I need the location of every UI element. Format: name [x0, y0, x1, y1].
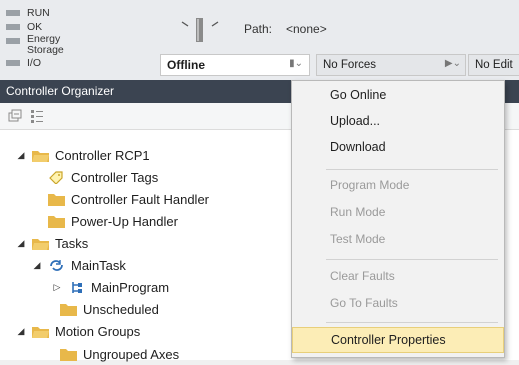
menu-item-label: Clear Faults — [330, 269, 395, 283]
menu-item-label: Controller Properties — [331, 333, 446, 347]
run-status-label: RUN — [27, 6, 50, 19]
collapse-all-icon[interactable] — [8, 109, 22, 123]
io-status-label: I/O — [27, 56, 42, 69]
menu-item-label: Program Mode — [330, 178, 410, 192]
edits-value: No Edit — [475, 59, 513, 71]
tree-item-ungrouped-axes[interactable]: Ungrouped Axes — [60, 343, 179, 365]
tree-item-controller[interactable]: ◢ Controller RCP1 — [16, 144, 150, 166]
menu-separator — [326, 169, 498, 170]
expanded-caret-icon[interactable]: ◢ — [32, 260, 42, 271]
menu-item-program-mode[interactable]: Program Mode — [292, 173, 504, 199]
tree-item-label: MainTask — [71, 257, 126, 273]
controller-context-menu: Go Online Upload... Download Program Mod… — [291, 80, 505, 358]
energy-storage-led-icon — [6, 38, 20, 44]
organizer-title: Controller Organizer — [6, 84, 115, 98]
mode-dropdown-icon[interactable]: ▮⌄ — [289, 58, 303, 69]
ok-led-icon — [6, 24, 20, 30]
io-led-icon — [6, 60, 20, 66]
tree-item-label: MainProgram — [91, 279, 170, 295]
menu-item-run-mode[interactable]: Run Mode — [292, 200, 504, 226]
tree-item-controller-tags[interactable]: Controller Tags — [48, 166, 158, 188]
expanded-caret-icon[interactable]: ◢ — [16, 326, 26, 337]
tree-item-unscheduled[interactable]: Unscheduled — [60, 298, 159, 320]
expand-list-icon[interactable] — [30, 109, 44, 123]
menu-item-label: Upload... — [330, 114, 381, 128]
tree-item-main-task[interactable]: ◢ MainTask — [32, 254, 126, 276]
tree-item-label: Controller Fault Handler — [71, 191, 210, 207]
menu-item-go-to-faults[interactable]: Go To Faults — [292, 291, 504, 317]
status-led-list: RUN OK Energy Storage I/O — [6, 6, 97, 70]
menu-item-label: Download — [330, 140, 386, 154]
run-led-icon — [6, 10, 20, 16]
energy-storage-status-label: Energy Storage — [27, 33, 64, 56]
path-value: <none> — [286, 22, 327, 36]
tree-item-controller-fault-handler[interactable]: Controller Fault Handler — [48, 188, 209, 210]
run-status: RUN — [6, 6, 97, 20]
folder-icon — [48, 215, 65, 228]
expanded-caret-icon[interactable]: ◢ — [16, 238, 26, 249]
menu-item-label: Go Online — [330, 88, 387, 102]
expanded-caret-icon[interactable]: ◢ — [16, 150, 26, 161]
menu-item-test-mode[interactable]: Test Mode — [292, 227, 504, 253]
task-icon — [50, 259, 63, 271]
tree-item-tasks[interactable]: ◢ Tasks — [16, 232, 89, 254]
controller-mode-value: Offline — [167, 58, 205, 72]
tree-item-label: Motion Groups — [55, 323, 141, 339]
forces-dropdown-icon[interactable]: ▶⌄ — [445, 58, 461, 69]
forces-dropdown[interactable]: No Forces ▶⌄ — [316, 54, 466, 76]
collapsed-caret-icon[interactable]: ▷ — [52, 282, 62, 293]
menu-separator — [326, 259, 498, 260]
tree-item-main-program[interactable]: ▷ MainProgram — [52, 276, 170, 298]
folder-icon — [60, 303, 77, 316]
menu-item-controller-properties[interactable]: Controller Properties — [292, 327, 504, 353]
ok-status: OK — [6, 20, 97, 34]
folder-icon — [60, 348, 77, 361]
folder-open-icon — [32, 238, 49, 250]
edits-dropdown[interactable]: No Edit — [468, 54, 519, 76]
folder-icon — [48, 193, 65, 206]
tree-item-label: Power-Up Handler — [71, 213, 178, 229]
menu-item-label: Go To Faults — [330, 296, 398, 310]
tree-item-label: Controller RCP1 — [55, 147, 150, 163]
tree-item-label: Ungrouped Axes — [83, 346, 180, 362]
tree-item-label: Tasks — [55, 235, 89, 251]
tag-icon — [49, 170, 63, 184]
menu-item-label: Run Mode — [330, 205, 386, 219]
path-label: Path: — [244, 22, 273, 36]
communication-icon — [181, 18, 219, 42]
folder-open-icon — [32, 150, 49, 162]
menu-item-label: Test Mode — [330, 232, 386, 246]
controller-mode-dropdown[interactable]: Offline ▮⌄ — [160, 54, 310, 76]
ok-status-label: OK — [27, 20, 43, 33]
menu-separator — [326, 322, 498, 323]
menu-item-download[interactable]: Download — [292, 135, 504, 161]
io-status: I/O — [6, 56, 97, 70]
controller-status-bar: RUN OK Energy Storage I/O Path: <none> O… — [0, 0, 519, 81]
forces-value: No Forces — [323, 59, 377, 71]
program-icon — [72, 281, 82, 293]
tree-item-motion-groups[interactable]: ◢ Motion Groups — [16, 320, 141, 342]
menu-item-clear-faults[interactable]: Clear Faults — [292, 264, 504, 290]
menu-item-go-online[interactable]: Go Online — [292, 83, 504, 109]
tree-item-label: Controller Tags — [71, 169, 159, 185]
folder-open-icon — [32, 326, 49, 338]
menu-item-upload[interactable]: Upload... — [292, 109, 504, 135]
energy-storage-status: Energy Storage — [6, 34, 97, 56]
tree-item-power-up-handler[interactable]: Power-Up Handler — [48, 210, 178, 232]
tree-item-label: Unscheduled — [83, 301, 159, 317]
